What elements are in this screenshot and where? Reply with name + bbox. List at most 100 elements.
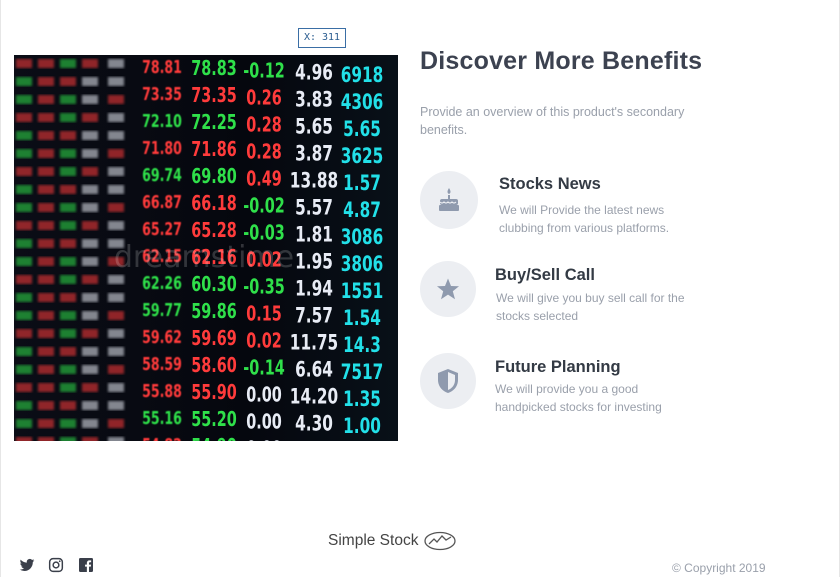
ticker-value: 0.00 <box>246 438 282 441</box>
ticker-value: 71.86 <box>191 139 237 162</box>
ticker-blurred-cell <box>60 77 76 86</box>
ticker-blurred-cell <box>38 401 54 410</box>
ticker-value: 59.62 <box>142 326 182 347</box>
ticker-blurred-cell <box>38 149 54 158</box>
section-title: Discover More Benefits <box>420 47 703 75</box>
ticker-blurred-cell <box>16 185 32 194</box>
ticker-blurred-cell <box>38 293 54 302</box>
ticker-blurred-cell <box>16 203 32 212</box>
ticker-value: 4306 <box>341 89 384 114</box>
footer-brand[interactable]: Simple Stock <box>328 531 457 551</box>
image-watermark: dreamstime <box>114 240 294 275</box>
ticker-blurred-cell <box>16 401 32 410</box>
ticker-value: 0.00 <box>246 411 282 434</box>
ticker-blurred-cell <box>108 401 124 410</box>
ticker-value: 0.49 <box>246 168 282 191</box>
ticker-blurred-cell <box>16 329 32 338</box>
ticker-blurred-cell <box>38 419 54 428</box>
ticker-value: 59.86 <box>191 301 237 324</box>
ticker-value: 3086 <box>341 224 384 249</box>
ticker-blurred-cell <box>60 239 76 248</box>
cake-icon <box>420 171 478 229</box>
ticker-blurred-cell <box>108 311 124 320</box>
ticker-blurred-cell <box>38 203 54 212</box>
copyright-text: © Copyright 2019 <box>672 561 766 575</box>
ticker-blurred-cell <box>16 149 32 158</box>
ticker-value: 0.15 <box>246 303 282 326</box>
ticker-blurred-cell <box>108 185 124 194</box>
ticker-blurred-cell <box>82 221 98 230</box>
ticker-value: 66.18 <box>191 193 237 216</box>
ticker-blurred-cell <box>38 347 54 356</box>
ticker-value: 55.16 <box>142 407 182 428</box>
ticker-blurred-cell <box>38 257 54 266</box>
ticker-value: 69.74 <box>142 164 182 185</box>
ticker-blurred-cell <box>16 419 32 428</box>
feature-description: We will Provide the latest news clubbing… <box>499 203 670 235</box>
ticker-value: 3625 <box>341 143 384 168</box>
ticker-value: 72.10 <box>142 110 182 131</box>
ticker-blurred-cell <box>82 203 98 212</box>
ticker-value: 11.75 <box>290 330 338 355</box>
ticker-blurred-cell <box>16 347 32 356</box>
ticker-blurred-cell <box>60 293 76 302</box>
ticker-blurred-cell <box>60 113 76 122</box>
ticker-blurred-cell <box>38 113 54 122</box>
ticker-blurred-cell <box>82 383 98 392</box>
ticker-blurred-cell <box>60 167 76 176</box>
ticker-blurred-cell <box>38 329 54 338</box>
ticker-value: 1.95 <box>295 249 333 274</box>
ticker-value: 73.35 <box>191 85 237 108</box>
ticker-blurred-cell <box>16 311 32 320</box>
facebook-icon[interactable] <box>78 557 94 573</box>
ticker-blurred-cell <box>108 329 124 338</box>
ticker-value: 66.87 <box>142 191 182 212</box>
ticker-blurred-cell <box>108 347 124 356</box>
ticker-value: 54.90 <box>191 436 237 441</box>
ticker-blurred-cell <box>38 77 54 86</box>
ticker-blurred-cell <box>16 77 32 86</box>
ticker-value: 1.94 <box>295 276 333 301</box>
feature-description: We will provide you a good handpicked st… <box>495 382 662 414</box>
ticker-blurred-cell <box>108 167 124 176</box>
ticker-value: 62.26 <box>142 272 182 293</box>
ticker-blurred-cell <box>60 59 76 68</box>
ticker-blurred-cell <box>108 221 124 230</box>
ticker-blurred-cell <box>60 149 76 158</box>
ticker-value: 1.00 <box>343 413 381 438</box>
ticker-blurred-cell <box>38 131 54 140</box>
ticker-value: 73.35 <box>142 83 182 104</box>
ticker-blurred-cell <box>16 221 32 230</box>
ticker-value: -0.12 <box>243 60 284 83</box>
ticker-blurred-cell <box>82 311 98 320</box>
instagram-icon[interactable] <box>48 557 64 573</box>
ticker-blurred-cell <box>60 221 76 230</box>
ticker-blurred-cell <box>108 275 124 284</box>
ticker-value: 58.59 <box>142 353 182 374</box>
feature-title: Future Planning <box>495 358 621 376</box>
ticker-blurred-cell <box>82 275 98 284</box>
ticker-blurred-cell <box>60 95 76 104</box>
ticker-blurred-cell <box>108 113 124 122</box>
ticker-blurred-cell <box>60 185 76 194</box>
ticker-value: 14.3 <box>343 332 381 357</box>
ticker-blurred-cell <box>82 239 98 248</box>
ticker-value: 1.35 <box>343 386 381 411</box>
ticker-blurred-cell <box>38 365 54 374</box>
ticker-value: 0.26 <box>246 87 282 110</box>
ticker-value: 1.54 <box>343 305 381 330</box>
coordinate-readout: X: 311 <box>298 28 346 48</box>
ticker-blurred-cell <box>82 365 98 374</box>
ticker-blurred-cell <box>82 95 98 104</box>
ticker-blurred-cell <box>38 185 54 194</box>
ticker-blurred-cell <box>16 257 32 266</box>
twitter-icon[interactable] <box>19 557 35 573</box>
ticker-blurred-cell <box>108 203 124 212</box>
ticker-value: 0.00 <box>246 384 282 407</box>
ticker-value: 6.64 <box>295 357 333 382</box>
ticker-blurred-cell <box>60 365 76 374</box>
ticker-blurred-cell <box>82 167 98 176</box>
ticker-value: 0.02 <box>246 330 282 353</box>
ticker-value: 59.69 <box>191 328 237 351</box>
ticker-value: -0.02 <box>243 195 284 218</box>
